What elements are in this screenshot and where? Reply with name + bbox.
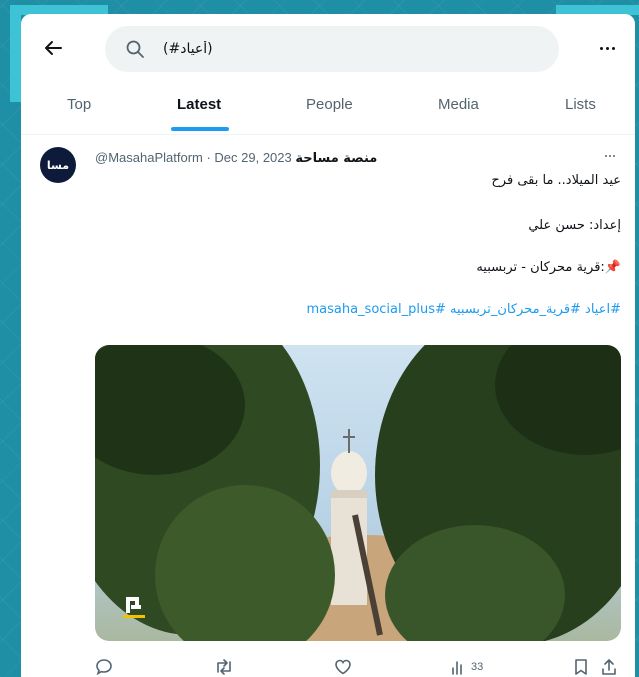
tweet-text-line: عيد الميلاد.. ما بقى فرح: [491, 173, 621, 188]
frame-deco-left: [10, 5, 21, 102]
bookmark-button[interactable]: [574, 655, 588, 677]
share-icon: [602, 659, 616, 675]
tab-latest[interactable]: Latest: [177, 96, 221, 113]
search-input[interactable]: [163, 35, 543, 63]
bookmark-icon: [575, 659, 587, 675]
back-button[interactable]: [41, 36, 65, 60]
tweet-display-name[interactable]: منصة مساحة: [295, 151, 377, 166]
like-icon: [335, 659, 351, 675]
like-button[interactable]: [334, 655, 352, 677]
tab-media[interactable]: Media: [438, 96, 479, 113]
tweet-handle-date[interactable]: @MasahaPlatform · Dec 29, 2023: [95, 150, 292, 165]
more-icon-dot: [609, 155, 611, 157]
retweet-icon: [217, 659, 231, 675]
reply-button[interactable]: [95, 655, 113, 677]
more-icon-dot: [613, 155, 615, 157]
more-options-button[interactable]: [595, 38, 619, 58]
tweet-hashtags[interactable]: #اعياد #قرية_محركان_تربسبيه #masaha_soci…: [306, 302, 621, 317]
search-bar[interactable]: [105, 26, 559, 72]
tweet-header: @MasahaPlatform · Dec 29, 2023 منصة مساح…: [95, 150, 377, 166]
tweet-text-line: إعداد: حسن علي: [528, 218, 621, 233]
back-arrow-icon: [45, 41, 62, 55]
tab-top[interactable]: Top: [67, 96, 91, 113]
views-button[interactable]: 33: [451, 655, 483, 677]
video-thumbnail: [95, 345, 621, 641]
views-count: 33: [471, 661, 484, 673]
tweet-text-line: 📌:قرية محركان - تربسبيه: [476, 260, 621, 275]
share-button[interactable]: [601, 655, 617, 677]
tab-lists[interactable]: Lists: [565, 96, 596, 113]
search-icon: [126, 40, 144, 58]
avatar[interactable]: مسا: [40, 147, 76, 183]
tweet-more-button[interactable]: [605, 155, 615, 157]
retweet-button[interactable]: [214, 655, 234, 677]
reply-icon: [96, 659, 112, 676]
search-results-card: Top Latest People Media Lists مسا @Masah…: [21, 14, 635, 677]
tweet[interactable]: مسا @MasahaPlatform · Dec 29, 2023 منصة …: [21, 135, 635, 677]
tweet-video[interactable]: [95, 345, 621, 641]
tweet-actions: 33: [21, 655, 635, 677]
more-icon: [599, 46, 603, 50]
views-icon: [452, 661, 462, 675]
tab-people[interactable]: People: [306, 96, 353, 113]
more-icon-dot: [605, 46, 609, 50]
platform-logo-icon: [123, 597, 145, 618]
more-icon: [605, 155, 607, 157]
active-tab-indicator: [171, 127, 229, 131]
top-bar: [21, 14, 635, 84]
more-icon-dot: [611, 46, 615, 50]
search-tabs: Top Latest People Media Lists: [21, 90, 635, 135]
